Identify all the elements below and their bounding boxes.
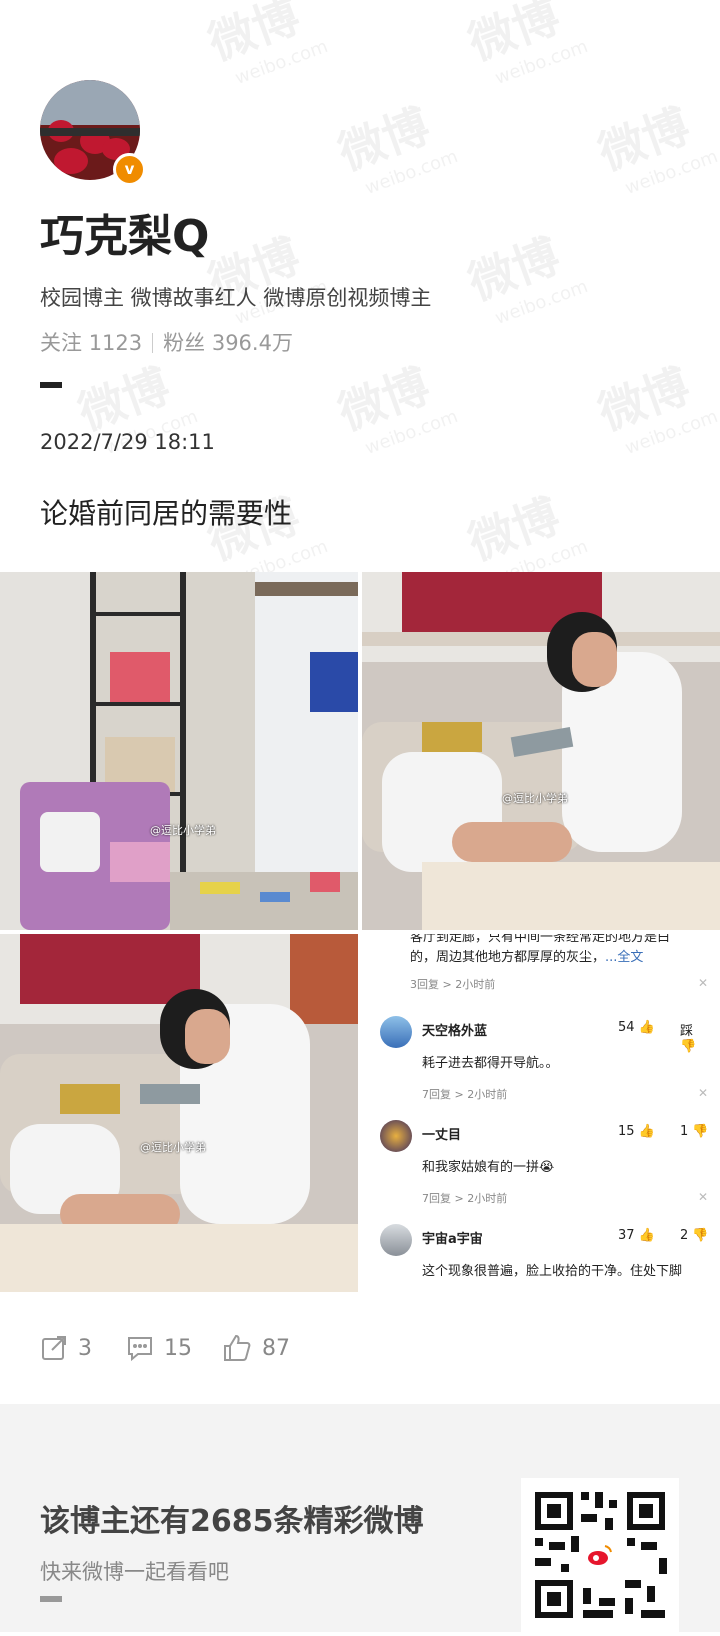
following-count[interactable]: 1123 [89,331,142,355]
avatar [380,1016,412,1048]
comment-text: 这个现象很普遍，脸上收拾的干净。住处下脚 [422,1264,683,1279]
repost-button[interactable]: 3 [40,1330,92,1366]
close-icon: ✕ [698,976,709,990]
promo-title: 该博主还有2685条精彩微博 [40,1504,424,1539]
post-image[interactable]: @逗比小学弟 [0,572,358,930]
comment-meta: 3回复 > 2小时前 [410,978,496,991]
comment-author: 一丈目 [422,1128,462,1143]
comment-author: 宇宙a宇宙 [422,1232,483,1247]
divider [152,333,154,353]
close-icon: ✕ [698,1086,709,1100]
divider [40,1596,62,1602]
dislike-count: 2 👎 [680,1228,709,1243]
qr-code-icon [521,1478,679,1632]
verified-badge-icon: v [113,153,146,186]
username[interactable]: 巧克梨Q [40,200,209,264]
image-watermark: @逗比小学弟 [150,824,216,837]
like-count: 54 👍 [618,1020,655,1035]
comment-text: 的，周边其他地方都厚厚的灰尘，...全文 [410,950,644,965]
comment-button[interactable]: 15 [126,1330,192,1366]
promo-subtitle: 快来微博一起看看吧 [40,1560,229,1584]
avatar [380,1224,412,1256]
following-label[interactable]: 关注 [40,331,82,355]
followers-count[interactable]: 396.4万 [212,331,293,355]
post-date: 2022/7/29 18:11 [40,430,215,454]
divider [40,382,62,388]
like-count: 37 👍 [618,1228,655,1243]
repost-icon [42,1336,66,1360]
footer-promo: 该博主还有2685条精彩微博 快来微博一起看看吧 [0,1404,720,1632]
followers-label[interactable]: 粉丝 [163,331,205,355]
comment-author: 天空格外蓝 [422,1024,488,1039]
comment-text: 耗子进去都得开导航。。 [422,1056,559,1071]
image-watermark: @逗比小学弟 [140,1141,206,1154]
image-watermark: @逗比小学弟 [502,792,568,805]
comment-text: 和我家姑娘有的一拼😭 [422,1160,555,1175]
like-count: 87 [262,1335,290,1361]
profile-tags: 校园博主 微博故事红人 微博原创视频博主 [40,286,432,310]
post-image[interactable]: @逗比小学弟 [362,572,720,930]
dislike-count: 踩 👎 [680,1024,697,1054]
like-button[interactable]: 87 [222,1330,290,1366]
comment-count: 15 [164,1335,192,1361]
post-text: 论婚前同居的需要性 [40,497,293,530]
post-image-comment-screenshot[interactable]: 客厅到走廊，只有中间一条经常走的地方是白 的，周边其他地方都厚厚的灰尘，...全… [362,934,720,1292]
follow-stats: 关注 1123 粉丝 396.4万 [40,327,293,357]
comment-meta: 7回复 > 2小时前 [422,1192,508,1205]
comment-text: 客厅到走廊，只有中间一条经常走的地方是白 [410,934,671,945]
repost-count: 3 [78,1335,92,1361]
post-image[interactable]: @逗比小学弟 [0,934,358,1292]
qr-code[interactable] [521,1478,679,1632]
comment-icon [128,1337,152,1362]
image-grid: @逗比小学弟 @逗比小学弟 @逗比小学弟 客厅到走廊，只有中间一条经常走的地方是… [0,572,720,1292]
dislike-count: 1 👎 [680,1124,709,1139]
profile-header: v 巧克梨Q 校园博主 微博故事红人 微博原创视频博主 关注 1123 粉丝 39… [0,0,720,1400]
close-icon: ✕ [698,1190,709,1204]
avatar [380,1120,412,1152]
like-count: 15 👍 [618,1124,655,1139]
thumbs-up-icon [224,1334,251,1361]
comment-meta: 7回复 > 2小时前 [422,1088,508,1101]
